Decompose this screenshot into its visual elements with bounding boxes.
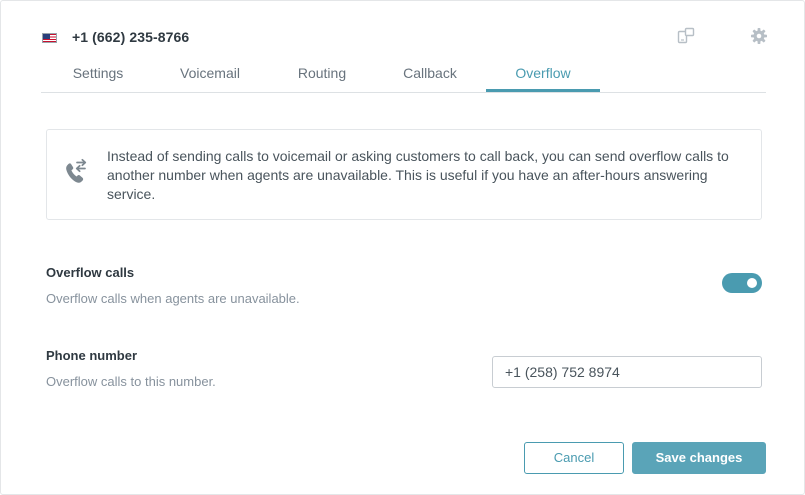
gear-icon[interactable] <box>750 27 768 45</box>
tab-bar: Settings Voicemail Routing Callback Over… <box>41 59 766 93</box>
tab-callback[interactable]: Callback <box>388 59 472 92</box>
overflow-calls-toggle[interactable] <box>722 273 762 293</box>
header: +1 (662) 235-8766 <box>41 25 768 49</box>
save-changes-button[interactable]: Save changes <box>632 442 766 474</box>
tab-overflow[interactable]: Overflow <box>486 59 600 92</box>
overflow-calls-title: Overflow calls <box>46 265 135 280</box>
overflow-calls-description: Overflow calls when agents are unavailab… <box>46 291 300 306</box>
cancel-button[interactable]: Cancel <box>524 442 624 474</box>
info-text: Instead of sending calls to voicemail or… <box>107 148 729 202</box>
popout-icon[interactable] <box>677 27 695 45</box>
phone-number-title-label: Phone number <box>46 348 138 363</box>
toggle-knob <box>747 278 757 288</box>
phone-number-title: +1 (662) 235-8766 <box>72 29 190 45</box>
phone-number-description: Overflow calls to this number. <box>46 374 216 389</box>
tab-voicemail[interactable]: Voicemail <box>166 59 254 92</box>
us-flag-icon <box>42 33 57 43</box>
tab-routing[interactable]: Routing <box>283 59 361 92</box>
info-box: Instead of sending calls to voicemail or… <box>46 129 762 220</box>
overflow-phone-number-input[interactable] <box>492 356 762 388</box>
call-transfer-icon <box>63 158 89 186</box>
tab-settings[interactable]: Settings <box>57 59 139 92</box>
overflow-settings-dialog: +1 (662) 235-8766 Settings Voicemail Rou… <box>0 0 805 495</box>
